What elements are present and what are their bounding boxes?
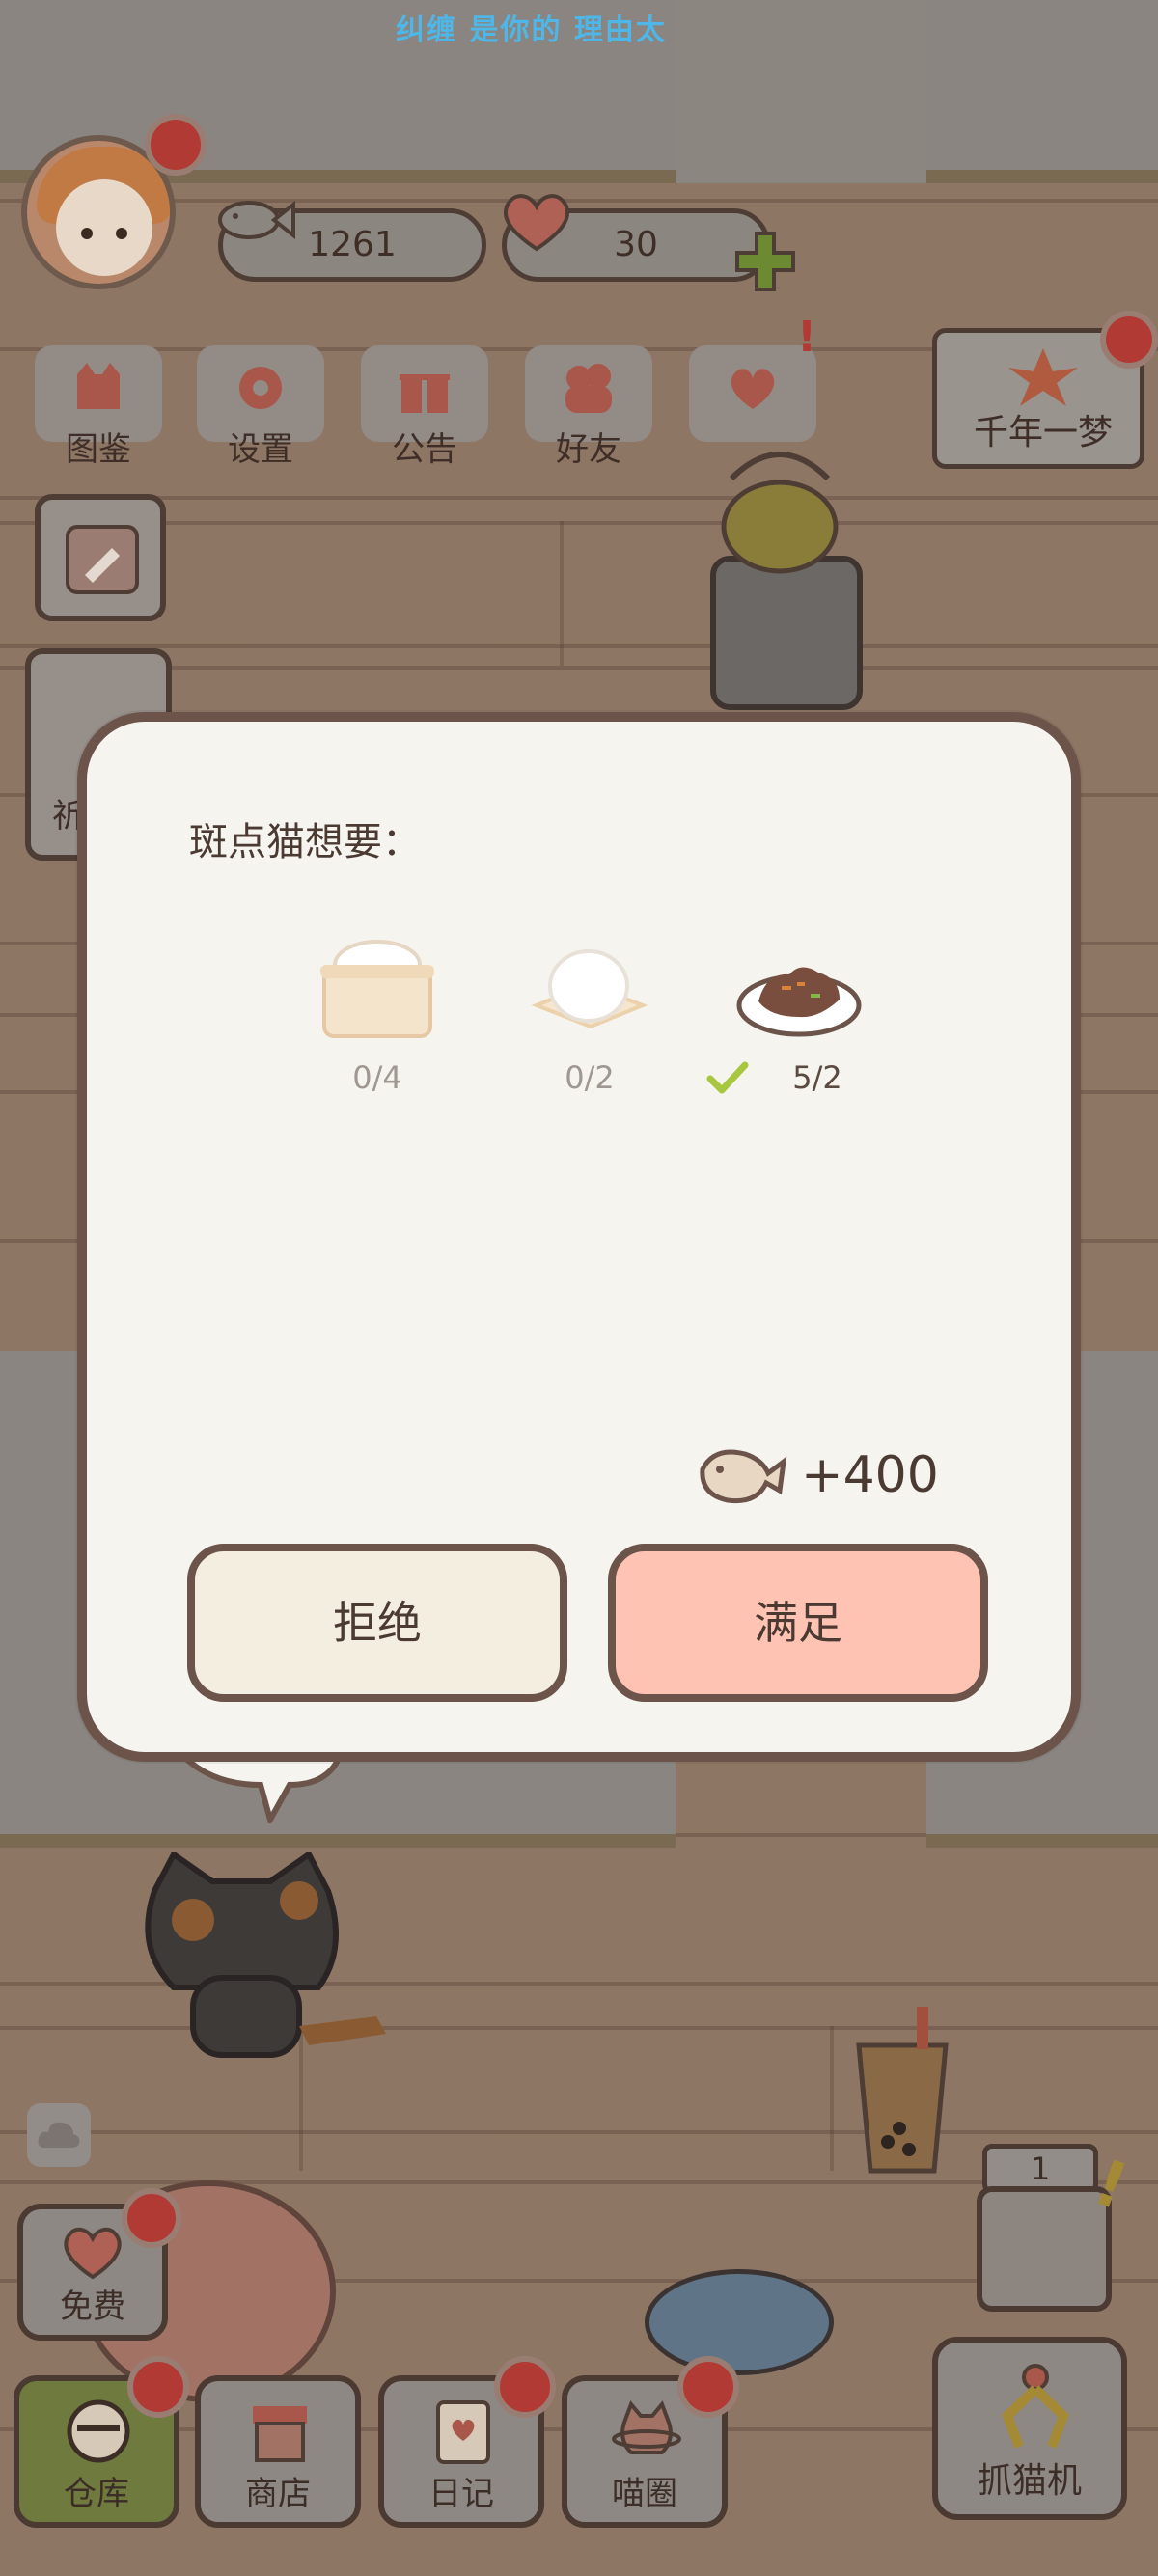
reject-button[interactable]: 拒绝 (187, 1544, 567, 1702)
curry-plate-icon (736, 967, 862, 1037)
accept-button[interactable]: 满足 (608, 1544, 988, 1702)
reward-value: +400 (801, 1446, 939, 1504)
speech-bubble-tail (179, 1756, 344, 1823)
wish-item: 5/2 (706, 936, 880, 1100)
wish-item: 0/2 (508, 936, 672, 1100)
steamer-bun-icon (320, 940, 434, 1038)
rice-ball-icon (531, 949, 648, 1029)
wish-count: 5/2 (792, 1059, 842, 1096)
wish-item: 0/4 (295, 936, 459, 1100)
wish-count: 0/2 (565, 1059, 615, 1096)
reward: +400 (695, 1440, 965, 1518)
wish-count: 0/4 (352, 1059, 402, 1096)
cat-wish-dialog: 斑点猫想要： 0/4 0/2 5/2 +400 拒绝 满足 (77, 712, 1081, 1762)
fish-icon (700, 1449, 787, 1504)
dialog-title: 斑点猫想要： (189, 820, 421, 864)
